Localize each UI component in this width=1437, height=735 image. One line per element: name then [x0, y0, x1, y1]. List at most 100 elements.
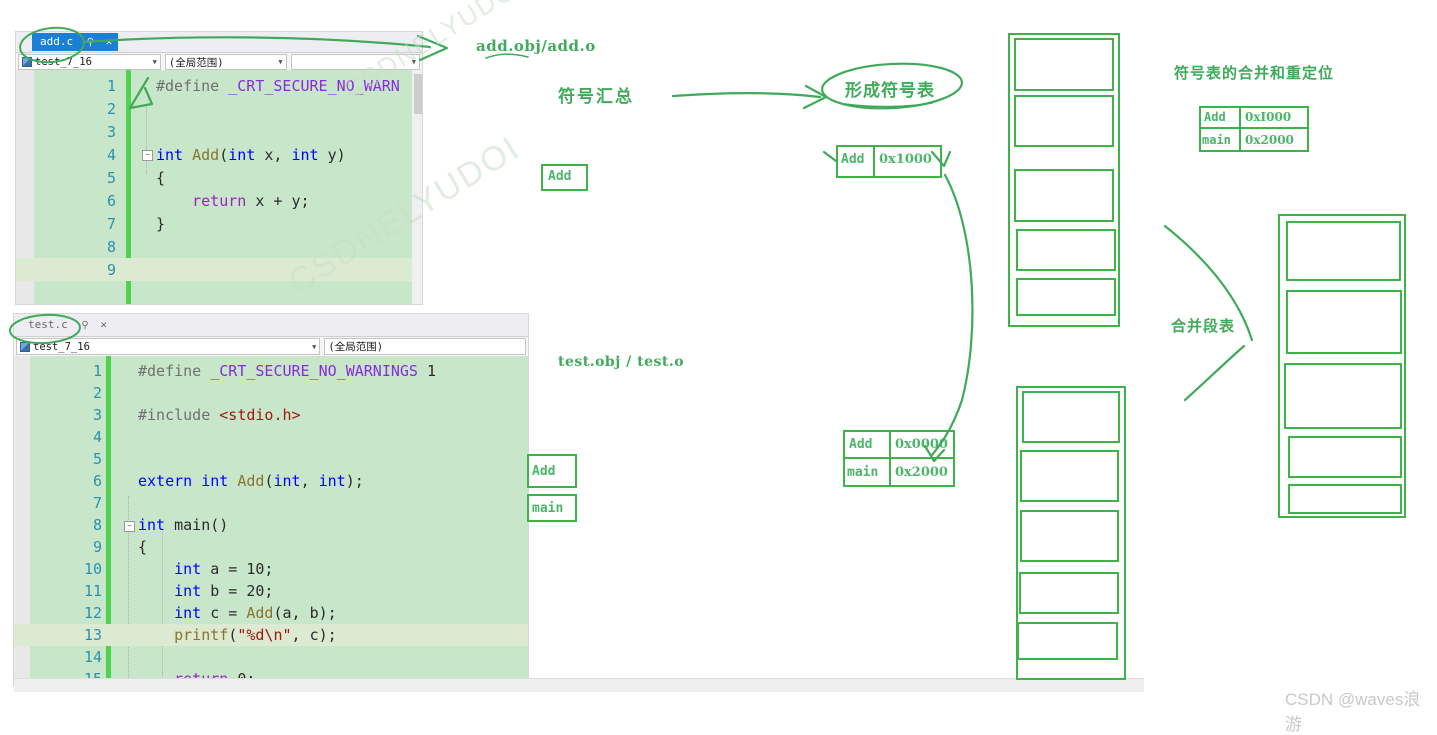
code-line: 5: [14, 448, 528, 470]
line-number: 3: [106, 122, 116, 141]
code-line: 11 int b = 20;: [14, 580, 528, 602]
section-cell: [1014, 95, 1114, 147]
line-number: 9: [106, 260, 116, 279]
line-number: 2: [92, 384, 102, 402]
line-number: 2: [106, 99, 116, 118]
section-cell: [1016, 229, 1116, 271]
tab-add-c[interactable]: add.c ⚲ ✕: [32, 33, 119, 51]
close-icon[interactable]: ✕: [100, 318, 107, 331]
arrow-symbol-summary-head: [802, 84, 828, 110]
pin-icon[interactable]: ⚲: [81, 320, 88, 331]
annotation-test-obj: test.obj / test.o: [558, 354, 685, 370]
section-cell: [1016, 278, 1116, 316]
tab-test-c[interactable]: test.c ⚲ ✕: [20, 316, 113, 334]
line-number: 1: [106, 76, 116, 95]
line-number: 7: [92, 494, 102, 512]
code-line: 4: [14, 426, 528, 448]
code-text: {: [156, 168, 166, 187]
curve-merge-section-lower: [1183, 344, 1246, 402]
symbol-box-add-main-label-1: main: [532, 501, 564, 516]
member-scope-combo-test-c[interactable]: (全局范围): [324, 338, 526, 355]
code-area-test-c[interactable]: 1 #define _CRT_SECURE_NO_WARNINGS 1 2 3 #inc…: [14, 356, 528, 686]
scope-value: (全局范围): [168, 56, 224, 69]
symbol-box-add-main-label-0: Add: [532, 464, 556, 479]
code-text: int Add(int x, int y): [156, 145, 346, 164]
section-cell: [1284, 363, 1402, 429]
code-line: 12 int c = Add(a, b);: [14, 602, 528, 624]
code-line: 8 int main(): [14, 514, 528, 536]
code-line: 7: [14, 492, 528, 514]
code-line: 10 int a = 10;: [14, 558, 528, 580]
code-text: printf("%d\n", c);: [174, 626, 337, 644]
section-cell: [1286, 290, 1402, 354]
code-line: 6 return x + y;: [16, 189, 422, 212]
code-text: }: [156, 214, 166, 233]
symbol-table-top-name-0: Add: [841, 152, 865, 167]
line-number: 9: [92, 538, 102, 556]
editor-bottom-bar: [14, 678, 1144, 692]
symbol-table-bottom-name-0: Add: [849, 437, 873, 452]
symbol-box-add-only-label: Add: [548, 169, 572, 184]
line-number: 10: [83, 560, 102, 578]
annotation-add-obj: add.obj/add.o: [476, 37, 596, 55]
merged-symbol-table-addr-1: 0x2000: [1245, 133, 1294, 147]
merged-symbol-table-name-0: Add: [1204, 110, 1226, 124]
section-cell: [1017, 622, 1118, 660]
line-number: 6: [92, 472, 102, 490]
line-number: 6: [106, 191, 116, 210]
line-number: 5: [106, 168, 116, 187]
annotation-merge-relocate: 符号表的合并和重定位: [1174, 64, 1335, 82]
line-number: 5: [92, 450, 102, 468]
cube-icon: [22, 57, 32, 67]
pin-icon[interactable]: ⚲: [87, 37, 94, 48]
section-cell: [1022, 391, 1120, 443]
close-icon[interactable]: ✕: [106, 35, 113, 48]
footer-watermark: CSDN @waves浪游: [1285, 690, 1421, 734]
section-cell: [1014, 169, 1114, 222]
code-text: #define _CRT_SECURE_NO_WARNINGS 1: [138, 362, 437, 380]
code-line: 9{: [14, 536, 528, 558]
code-text: extern int Add(int, int);: [138, 472, 364, 490]
diagram-canvas: add.c ⚲ ✕ test_7_16 ▼ (全局范围) ▼ ▼ 1 #defi…: [0, 0, 1437, 734]
annotation-form-symbol-table: 形成符号表: [845, 81, 935, 101]
code-line: 1 #define _CRT_SECURE_NO_WARNINGS 1: [14, 360, 528, 382]
code-line: 14: [14, 646, 528, 668]
chevron-down-icon[interactable]: ▼: [308, 343, 316, 351]
scope-value: (全局范围): [328, 341, 384, 353]
line-number: 14: [83, 648, 102, 666]
line-number: 8: [106, 237, 116, 256]
code-text: int a = 10;: [174, 560, 274, 578]
code-text: int c = Add(a, b);: [174, 604, 337, 622]
code-line: 3: [16, 120, 422, 143]
section-cell: [1020, 510, 1119, 562]
symbol-table-bottom-name-1: main: [847, 465, 879, 480]
code-line: 3 #include <stdio.h>: [14, 404, 528, 426]
line-number: 3: [92, 406, 102, 424]
project-value: test_7_16: [33, 340, 90, 353]
navbar-test-c: test_7_16 ▼ (全局范围): [14, 336, 528, 358]
scrollbar-thumb[interactable]: [414, 74, 422, 114]
line-number: 4: [92, 428, 102, 446]
code-text: #include <stdio.h>: [138, 406, 301, 424]
tab-label: add.c: [40, 35, 74, 48]
chevron-down-icon[interactable]: ▼: [274, 58, 282, 66]
line-number: 13: [83, 626, 102, 644]
editor-window-test-c: test.c ⚲ ✕ test_7_16 ▼ (全局范围) 1 #define _…: [14, 314, 528, 686]
code-line: 4 int Add(int x, int y): [16, 143, 422, 166]
section-cell: [1019, 572, 1119, 614]
chevron-down-icon[interactable]: ▼: [149, 58, 157, 66]
symbol-table-bottom-addr-1: 0x2000: [895, 465, 948, 480]
line-number: 11: [83, 582, 102, 600]
section-cell: [1288, 436, 1402, 478]
code-area-add-c[interactable]: 1 #define _CRT_SECURE_NO_WARN 2 3−4 int Add(…: [16, 70, 422, 304]
code-text: int main(): [138, 516, 229, 534]
section-cell: [1014, 38, 1114, 91]
symbol-table-top-addr-0: 0x1000: [879, 152, 932, 167]
code-line: 13 printf("%d\n", c);: [14, 624, 528, 646]
project-scope-combo-test-c[interactable]: test_7_16 ▼: [16, 338, 321, 355]
project-scope-combo-add-c[interactable]: test_7_16 ▼: [18, 54, 161, 70]
pointer-into-symbol-table-top: [822, 150, 838, 163]
merged-symbol-table-name-1: main: [1202, 133, 1231, 147]
member-scope-combo-add-c[interactable]: (全局范围) ▼: [164, 54, 287, 70]
tabstrip-add-c: add.c ⚲ ✕: [16, 32, 422, 52]
